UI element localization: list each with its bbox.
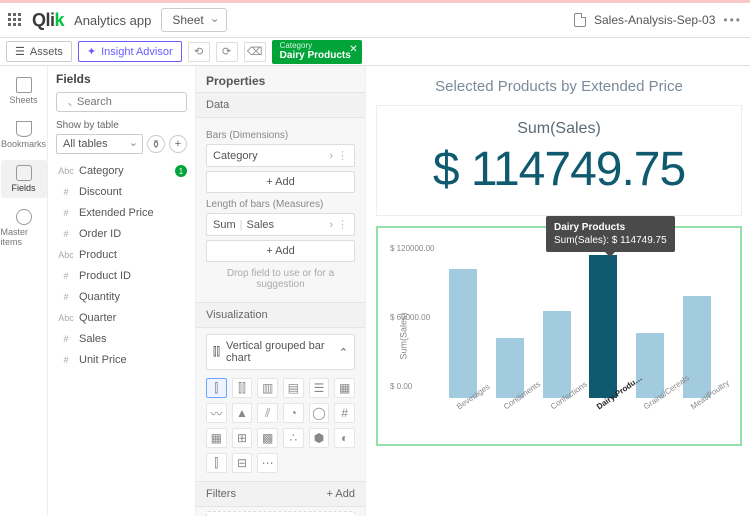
viz-scatter-icon[interactable]: ∴ [283, 428, 304, 448]
fields-title: Fields [56, 72, 187, 86]
viz-hstacked-icon[interactable]: ▦ [334, 378, 355, 398]
viz-kpi-icon[interactable]: # [334, 403, 355, 423]
clear-selection-icon[interactable]: ⌫ [244, 42, 266, 62]
measure-pill[interactable]: Sum|Sales›⋮ [206, 213, 355, 236]
rail-bookmarks[interactable]: Bookmarks [1, 116, 47, 154]
kpi-card[interactable]: Sum(Sales) $ 114749.75 [376, 105, 742, 216]
selection-chip[interactable]: Category Dairy Products ✕ [272, 40, 362, 64]
bar[interactable] [449, 269, 477, 398]
viz-combo-icon[interactable]: ⫽ [257, 403, 278, 423]
canvas: Selected Products by Extended Price Sum(… [366, 66, 750, 516]
rail-fields[interactable]: Fields [1, 160, 47, 198]
viz-area-icon[interactable]: ▲ [232, 403, 253, 423]
y-tick: $ 120000.00 [390, 244, 435, 253]
viz-histogram-icon[interactable]: ⫿ [206, 453, 227, 473]
bookmark-icon [16, 121, 32, 137]
bar[interactable] [589, 255, 617, 398]
top-bar: Qlik Analytics app Sheet Sales-Analysis-… [0, 0, 750, 38]
more-menu-icon[interactable]: ••• [723, 13, 742, 27]
field-item[interactable]: AbcQuarter [56, 309, 187, 327]
field-item[interactable]: #Unit Price [56, 351, 187, 369]
left-rail: Sheets Bookmarks Fields Master items [0, 66, 48, 516]
viz-type-dropdown[interactable]: ⫿⫿Vertical grouped bar chart⌃ [206, 334, 355, 370]
measures-label: Length of bars (Measures) [206, 199, 355, 210]
kpi-label: Sum(Sales) [387, 120, 731, 138]
kpi-value: $ 114749.75 [387, 142, 731, 197]
app-name: Analytics app [74, 13, 151, 28]
viz-more-icon[interactable]: ⋯ [257, 453, 278, 473]
viz-treemap-icon[interactable]: ▩ [257, 428, 278, 448]
y-tick: $ 60000.00 [390, 313, 430, 322]
field-item[interactable]: #Sales [56, 330, 187, 348]
add-filter-button[interactable]: + Add [327, 488, 355, 500]
selection-back-icon[interactable]: ⟲ [188, 42, 210, 62]
assets-button[interactable]: ☰Assets [6, 41, 72, 62]
visualization-section[interactable]: Visualization [196, 302, 365, 328]
search-input[interactable] [56, 92, 187, 112]
viz-stacked-bar-icon[interactable]: ▥ [257, 378, 278, 398]
filters-section[interactable]: Filters+ Add [196, 481, 365, 507]
viz-bar-icon[interactable]: ⫿ [206, 378, 227, 398]
y-tick: $ 0.00 [390, 382, 412, 391]
toolbar: ☰Assets ✦Insight Advisor ⟲ ⟳ ⌫ Category … [0, 38, 750, 66]
field-item[interactable]: AbcCategory1 [56, 162, 187, 180]
viz-donut-icon[interactable]: ◯ [309, 403, 330, 423]
field-item[interactable]: #Product ID [56, 267, 187, 285]
viz-map-icon[interactable]: ⬢ [309, 428, 330, 448]
viz-pivot-icon[interactable]: ⊞ [232, 428, 253, 448]
viz-pie-icon[interactable]: ◔ [283, 403, 304, 423]
viz-grouped-bar-icon[interactable]: ⫿⫿ [232, 378, 253, 398]
drop-hint: Drop field to use or for a suggestion [206, 262, 355, 296]
data-section[interactable]: Data [196, 92, 365, 118]
dimensions-label: Bars (Dimensions) [206, 130, 355, 141]
dimension-pill[interactable]: Category›⋮ [206, 144, 355, 167]
viz-table-icon[interactable]: ▦ [206, 428, 227, 448]
filter-dropzone[interactable]: Drop field to filter visualization [206, 511, 355, 516]
properties-title: Properties [196, 66, 365, 92]
fields-icon [16, 165, 32, 181]
link-icon [16, 209, 32, 225]
close-icon[interactable]: ✕ [349, 44, 357, 55]
bar[interactable] [543, 311, 571, 399]
sheets-icon [16, 77, 32, 93]
viz-type-grid: ⫿ ⫿⫿ ▥ ▤ ☰ ▦ 〰 ▲ ⫽ ◔ ◯ # ▦ ⊞ ▩ ∴ ⬢ ◐ ⫿ ⊟… [196, 374, 365, 481]
tables-dropdown[interactable]: All tables [56, 134, 143, 154]
document-icon [574, 13, 586, 27]
brand-logo: Qlik [32, 10, 64, 31]
field-item[interactable]: #Quantity [56, 288, 187, 306]
bar[interactable] [636, 333, 664, 398]
viz-hgrouped-icon[interactable]: ☰ [309, 378, 330, 398]
bar-chart[interactable]: Dairy ProductsSum(Sales): $ 114749.75 Su… [376, 226, 742, 446]
add-measure-button[interactable]: + Add [206, 240, 355, 262]
chart-tooltip: Dairy ProductsSum(Sales): $ 114749.75 [546, 216, 675, 252]
app-switcher-icon[interactable] [8, 13, 22, 27]
viz-hbar-icon[interactable]: ▤ [283, 378, 304, 398]
filter-icon[interactable]: ⚱ [147, 135, 165, 153]
viz-gauge-icon[interactable]: ◐ [334, 428, 355, 448]
add-icon[interactable]: + [169, 135, 187, 153]
document-name[interactable]: Sales-Analysis-Sep-03 [594, 13, 715, 27]
field-item[interactable]: #Extended Price [56, 204, 187, 222]
viz-line-icon[interactable]: 〰 [206, 403, 227, 423]
properties-panel: Properties Data Bars (Dimensions) Catego… [196, 66, 366, 516]
selection-forward-icon[interactable]: ⟳ [216, 42, 238, 62]
field-item[interactable]: AbcProduct [56, 246, 187, 264]
insight-advisor-button[interactable]: ✦Insight Advisor [78, 41, 182, 62]
show-by-label: Show by table [56, 120, 187, 131]
fields-panel: Fields Show by table All tables ⚱ + AbcC… [48, 66, 196, 516]
field-item[interactable]: #Discount [56, 183, 187, 201]
rail-master-items[interactable]: Master items [1, 204, 47, 252]
page-title: Selected Products by Extended Price [376, 72, 742, 105]
field-item[interactable]: #Order ID [56, 225, 187, 243]
add-dimension-button[interactable]: + Add [206, 171, 355, 193]
sheet-dropdown[interactable]: Sheet [161, 8, 226, 32]
bar[interactable] [496, 338, 524, 398]
rail-sheets[interactable]: Sheets [1, 72, 47, 110]
viz-box-icon[interactable]: ⊟ [232, 453, 253, 473]
